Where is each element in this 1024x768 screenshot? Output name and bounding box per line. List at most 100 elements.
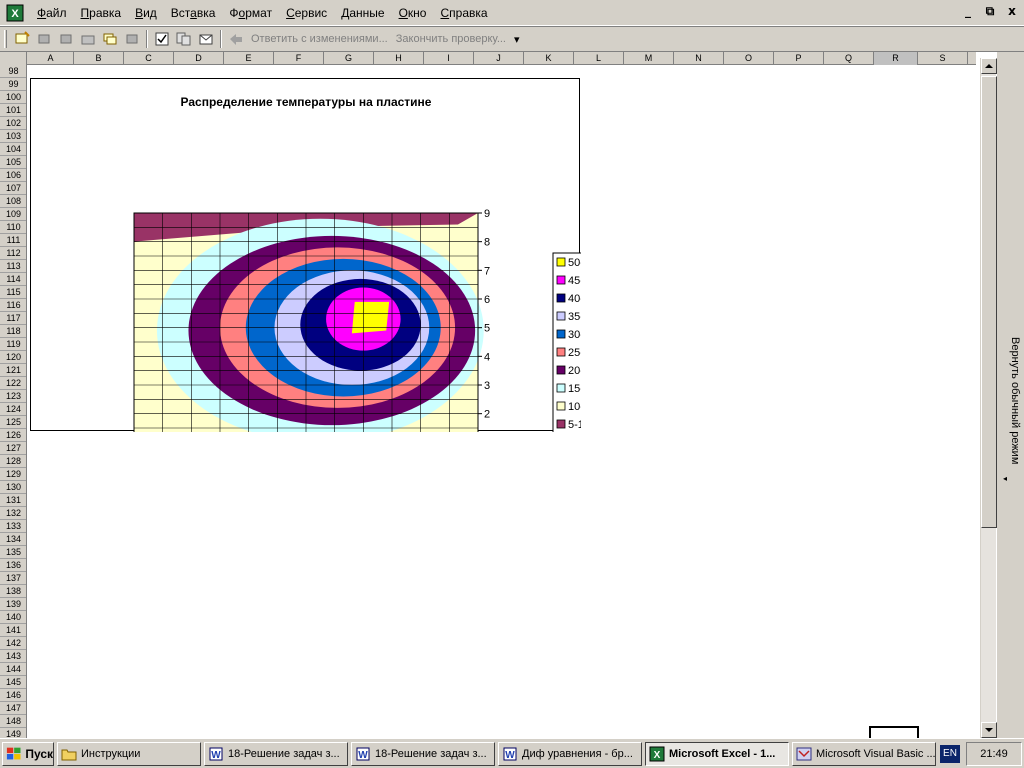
row-header[interactable]: 108 <box>0 195 26 208</box>
clock[interactable]: 21:49 <box>966 742 1022 766</box>
select-all-corner[interactable] <box>0 52 27 65</box>
show-all-comments-button[interactable] <box>99 28 121 50</box>
scroll-down-button[interactable] <box>981 722 997 738</box>
row-header[interactable]: 146 <box>0 689 26 702</box>
panel-arrow-icon[interactable]: ◂ <box>1003 474 1007 483</box>
row-header[interactable]: 137 <box>0 572 26 585</box>
end-review-button[interactable]: Закончить проверку... <box>392 33 510 45</box>
column-header[interactable]: M <box>624 52 674 65</box>
column-header[interactable]: H <box>374 52 424 65</box>
row-header[interactable]: 143 <box>0 650 26 663</box>
row-header[interactable]: 149 <box>0 728 26 738</box>
language-indicator[interactable]: EN <box>940 745 960 763</box>
row-header[interactable]: 135 <box>0 546 26 559</box>
row-header[interactable]: 132 <box>0 507 26 520</box>
menu-item-2[interactable]: Вид <box>128 2 164 24</box>
send-to-mail-button[interactable] <box>195 28 217 50</box>
update-file-button[interactable] <box>173 28 195 50</box>
create-task-button[interactable] <box>151 28 173 50</box>
reply-with-changes-button[interactable]: Ответить с изменениями... <box>247 33 392 45</box>
row-header[interactable]: 117 <box>0 312 26 325</box>
taskbar-task-button[interactable]: W 18-Решение задач з... <box>351 741 495 766</box>
menu-item-3[interactable]: Вставка <box>164 2 223 24</box>
column-header[interactable]: K <box>524 52 574 65</box>
toolbar-overflow-button[interactable]: ▾ <box>510 33 524 46</box>
row-header[interactable]: 99 <box>0 78 26 91</box>
row-header[interactable]: 105 <box>0 156 26 169</box>
column-header[interactable]: Q <box>824 52 874 65</box>
menu-item-6[interactable]: Данные <box>334 2 391 24</box>
previous-comment-button[interactable] <box>33 28 55 50</box>
row-header[interactable]: 144 <box>0 663 26 676</box>
row-header[interactable]: 136 <box>0 559 26 572</box>
column-header[interactable]: S <box>918 52 968 65</box>
taskbar-task-button[interactable]: W Диф уравнения - бр... <box>498 741 642 766</box>
column-header[interactable]: G <box>324 52 374 65</box>
scroll-thumb[interactable] <box>981 76 997 528</box>
show-hide-comment-button[interactable] <box>77 28 99 50</box>
row-header[interactable]: 119 <box>0 338 26 351</box>
delete-comment-button[interactable] <box>121 28 143 50</box>
row-header[interactable]: 112 <box>0 247 26 260</box>
return-normal-mode-button[interactable]: Вернуть обычный режим <box>999 337 1021 477</box>
row-header[interactable]: 127 <box>0 442 26 455</box>
row-header[interactable]: 139 <box>0 598 26 611</box>
taskbar-task-button[interactable]: X Microsoft Excel - 1... <box>645 741 789 766</box>
column-header[interactable]: A <box>28 52 74 65</box>
column-header[interactable]: C <box>124 52 174 65</box>
column-header[interactable]: L <box>574 52 624 65</box>
scroll-up-button[interactable] <box>981 58 997 74</box>
row-header[interactable]: 138 <box>0 585 26 598</box>
menu-item-0[interactable]: Файл <box>30 2 74 24</box>
row-header[interactable]: 114 <box>0 273 26 286</box>
row-header[interactable]: 120 <box>0 351 26 364</box>
row-header[interactable]: 107 <box>0 182 26 195</box>
row-header[interactable]: 124 <box>0 403 26 416</box>
row-header[interactable]: 118 <box>0 325 26 338</box>
row-header[interactable]: 142 <box>0 637 26 650</box>
restore-button[interactable]: ⧉ <box>982 4 998 18</box>
column-header[interactable]: P <box>774 52 824 65</box>
reply-with-changes-icon-button[interactable] <box>225 28 247 50</box>
row-header[interactable]: 104 <box>0 143 26 156</box>
row-header[interactable]: 98 <box>0 65 26 78</box>
row-header[interactable]: 123 <box>0 390 26 403</box>
row-header[interactable]: 147 <box>0 702 26 715</box>
row-header[interactable]: 126 <box>0 429 26 442</box>
column-header[interactable]: B <box>74 52 124 65</box>
menu-item-5[interactable]: Сервис <box>279 2 334 24</box>
row-header[interactable]: 121 <box>0 364 26 377</box>
row-header[interactable]: 109 <box>0 208 26 221</box>
row-header[interactable]: 115 <box>0 286 26 299</box>
menu-item-7[interactable]: Окно <box>392 2 434 24</box>
row-header[interactable]: 125 <box>0 416 26 429</box>
vertical-scrollbar[interactable] <box>980 58 997 738</box>
taskbar-task-button[interactable]: Microsoft Visual Basic ... <box>792 741 936 766</box>
close-button[interactable]: x <box>1004 4 1020 18</box>
excel-app-icon[interactable]: X <box>6 4 24 22</box>
row-header[interactable]: 145 <box>0 676 26 689</box>
row-header[interactable]: 102 <box>0 117 26 130</box>
row-header[interactable]: 134 <box>0 533 26 546</box>
row-header[interactable]: 140 <box>0 611 26 624</box>
new-comment-button[interactable] <box>11 28 33 50</box>
next-comment-button[interactable] <box>55 28 77 50</box>
row-header[interactable]: 101 <box>0 104 26 117</box>
row-header[interactable]: 116 <box>0 299 26 312</box>
taskbar-task-button[interactable]: W 18-Решение задач з... <box>204 741 348 766</box>
column-header[interactable]: F <box>274 52 324 65</box>
column-header[interactable]: R <box>874 52 918 65</box>
menu-item-1[interactable]: Правка <box>74 2 129 24</box>
contour-chart[interactable]: Распределение температуры на пластине 01… <box>30 78 581 432</box>
column-header[interactable]: J <box>474 52 524 65</box>
column-header[interactable]: O <box>724 52 774 65</box>
menu-item-8[interactable]: Справка <box>433 2 494 24</box>
row-header[interactable]: 128 <box>0 455 26 468</box>
row-header[interactable]: 106 <box>0 169 26 182</box>
minimize-button[interactable]: _ <box>960 4 976 18</box>
menu-item-4[interactable]: Формат <box>222 2 279 24</box>
row-header[interactable]: 141 <box>0 624 26 637</box>
row-header[interactable]: 113 <box>0 260 26 273</box>
column-header[interactable]: E <box>224 52 274 65</box>
row-header[interactable]: 103 <box>0 130 26 143</box>
